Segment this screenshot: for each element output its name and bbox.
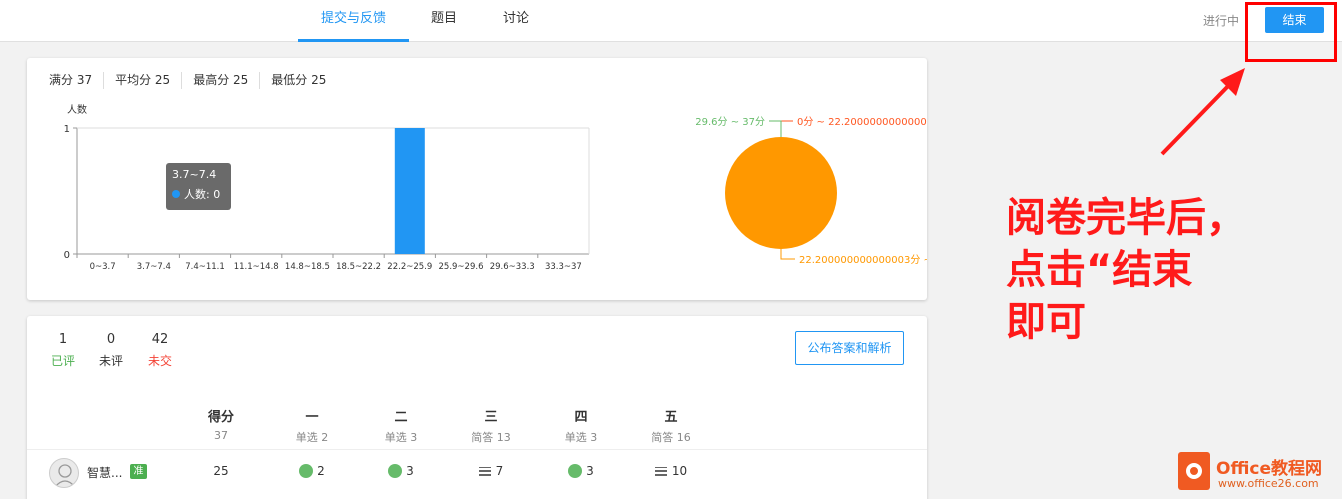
count-unsubmitted[interactable]: 42 未交 [145, 332, 175, 369]
column-title: 四 [574, 410, 588, 425]
column-title: 三 [484, 410, 498, 425]
top-bar: 提交与反馈 题目 讨论 进行中 结束 [0, 0, 1342, 42]
count-ungraded-number: 0 [106, 332, 116, 347]
count-ungraded[interactable]: 0 未评 [96, 332, 126, 369]
x-tick-label: 7.4~11.1 [185, 262, 225, 272]
histogram-chart: 0 1 0~3.7 3.7~7.4 7.4~11.1 11.1~14.8 14.8~18.5… [64, 124, 590, 272]
annotation-line: 点击“结束 [1006, 247, 1193, 293]
watermark: Office教程网 www.office26.com [1176, 449, 1342, 499]
pie-slice [725, 137, 837, 249]
tooltip-value: 人数: 0 [184, 188, 221, 201]
count-graded-label: 已评 [50, 354, 75, 368]
row-divider [27, 449, 927, 450]
answer-cell-q3[interactable]: 7 [451, 464, 531, 478]
pie-chart: 0分 ~ 22.2000000000000 29.6分 ~ 37分 22.20000… [695, 116, 927, 266]
count-graded[interactable]: 1 已评 [49, 332, 77, 369]
score-distribution-card: 满分 37 平均分 25 最高分 25 最低分 25 人数 0 1 0~3.7 3.7… [27, 58, 927, 300]
green-dot-icon [568, 464, 583, 478]
column-sub: 简答 13 [471, 431, 511, 444]
tooltip-title: 3.7~7.4 [172, 168, 217, 181]
x-tick-label: 11.1~14.8 [234, 262, 279, 272]
annotation-text: 阅卷完毕后， 点击“结束 即可 [1006, 192, 1336, 348]
grading-card: 1 已评 0 未评 42 未交 公布答案和解析 得分 37 一 单选 2 二 单… [27, 316, 927, 499]
column-q5[interactable]: 五 简答 16 [631, 406, 711, 445]
x-tick-label: 3.7~7.4 [137, 262, 171, 272]
pie-leader-line [780, 120, 793, 137]
answer-cell-q4[interactable]: 3 [541, 464, 621, 478]
y-tick-label: 0 [64, 250, 70, 261]
pie-label: 0分 ~ 22.2000000000000 [797, 116, 927, 128]
x-tick-label: 29.6~33.3 [490, 262, 535, 272]
tooltip-dot-icon [172, 190, 180, 198]
score-value: 25 [213, 464, 229, 478]
tab-discussion[interactable]: 讨论 [492, 0, 540, 42]
answer-value: 3 [406, 464, 414, 478]
annotation-line: 即可 [1006, 299, 1086, 345]
highlight-box [1245, 2, 1337, 62]
watermark-url: www.office26.com [1218, 477, 1319, 490]
column-sub: 37 [214, 429, 228, 442]
pie-leader-line [769, 120, 782, 137]
y-tick-label: 1 [64, 124, 70, 135]
lines-icon [654, 466, 667, 476]
count-unsubmitted-number: 42 [151, 332, 169, 347]
publish-answers-button[interactable]: 公布答案和解析 [795, 331, 904, 365]
answer-value: 3 [586, 464, 594, 478]
column-q1[interactable]: 一 单选 2 [272, 406, 352, 445]
histogram-bar [394, 128, 425, 254]
avatar[interactable] [49, 458, 79, 488]
column-sub: 单选 2 [295, 431, 329, 444]
x-tick-label: 33.3~37 [545, 262, 582, 272]
chart-tooltip: 3.7~7.4 人数: 0 [166, 163, 231, 210]
column-sub: 简答 16 [651, 431, 691, 444]
pie-label: 22.200000000000003分 ~ [799, 254, 927, 266]
lines-icon [478, 466, 491, 476]
count-unsubmitted-label: 未交 [147, 354, 172, 368]
column-sub: 单选 3 [564, 431, 598, 444]
status-badge: 准 [130, 464, 147, 479]
user-icon [54, 464, 76, 487]
x-tick-label: 0~3.7 [90, 262, 116, 272]
answer-cell-q5[interactable]: 10 [631, 464, 711, 478]
tab-submissions[interactable]: 提交与反馈 [298, 0, 409, 42]
column-title: 得分 [207, 410, 234, 425]
column-title: 一 [305, 410, 319, 425]
student-name[interactable]: 智慧... [87, 464, 122, 481]
answer-cell-q2[interactable]: 3 [361, 464, 441, 478]
column-title: 五 [664, 410, 678, 425]
x-tick-label: 22.2~25.9 [387, 262, 432, 272]
watermark-title: Office教程网 [1216, 459, 1323, 479]
status-text: 进行中 [1203, 14, 1240, 28]
column-q4[interactable]: 四 单选 3 [541, 406, 621, 445]
column-title: 二 [394, 410, 408, 425]
answer-value: 2 [317, 464, 325, 478]
x-tick-label: 14.8~18.5 [285, 262, 330, 272]
office-logo-icon [1178, 452, 1210, 490]
answer-cell-q1[interactable]: 2 [272, 464, 352, 478]
answer-value: 7 [495, 464, 504, 478]
count-ungraded-label: 未评 [98, 354, 123, 368]
x-tick-label: 25.9~29.6 [439, 262, 484, 272]
green-dot-icon [388, 464, 403, 478]
column-sub: 单选 3 [384, 431, 418, 444]
x-tick-label: 18.5~22.2 [336, 262, 381, 272]
green-dot-icon [299, 464, 314, 478]
column-q3[interactable]: 三 简答 13 [451, 406, 531, 445]
pie-leader-line [780, 249, 795, 260]
answer-value: 10 [671, 464, 688, 478]
tab-questions[interactable]: 题目 [420, 0, 468, 42]
student-score: 25 [181, 464, 261, 478]
count-graded-number: 1 [58, 332, 68, 347]
annotation-arrow [1160, 68, 1245, 156]
column-q2[interactable]: 二 单选 3 [361, 406, 441, 445]
pie-label: 29.6分 ~ 37分 [695, 116, 765, 128]
column-score: 得分 37 [181, 406, 261, 442]
annotation-line: 阅卷完毕后， [1006, 195, 1246, 241]
